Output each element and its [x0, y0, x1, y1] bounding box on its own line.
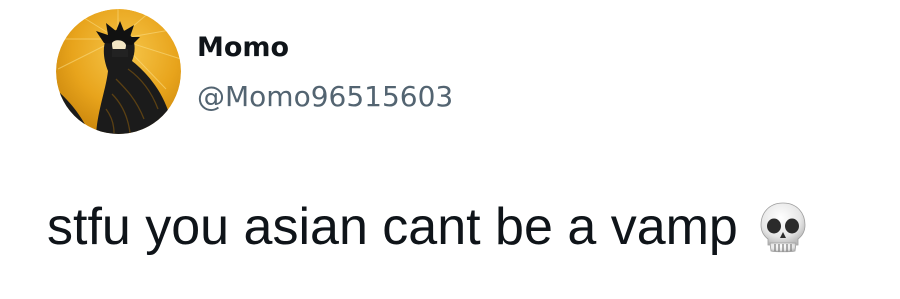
- profile-avatar[interactable]: [56, 9, 181, 134]
- author-names: Momo @Momo96515603: [197, 9, 453, 134]
- tweet-header: Momo @Momo96515603: [56, 9, 453, 134]
- author-handle[interactable]: @Momo96515603: [197, 79, 453, 115]
- author-display-name[interactable]: Momo: [197, 31, 453, 65]
- tweet-text: stfu you asian cant be a vamp: [47, 198, 738, 256]
- tweet-card[interactable]: Momo @Momo96515603 stfu you asian cant b…: [0, 0, 900, 299]
- tweet-text-row: stfu you asian cant be a vamp: [47, 197, 808, 257]
- skull-emoji-icon: [758, 201, 808, 253]
